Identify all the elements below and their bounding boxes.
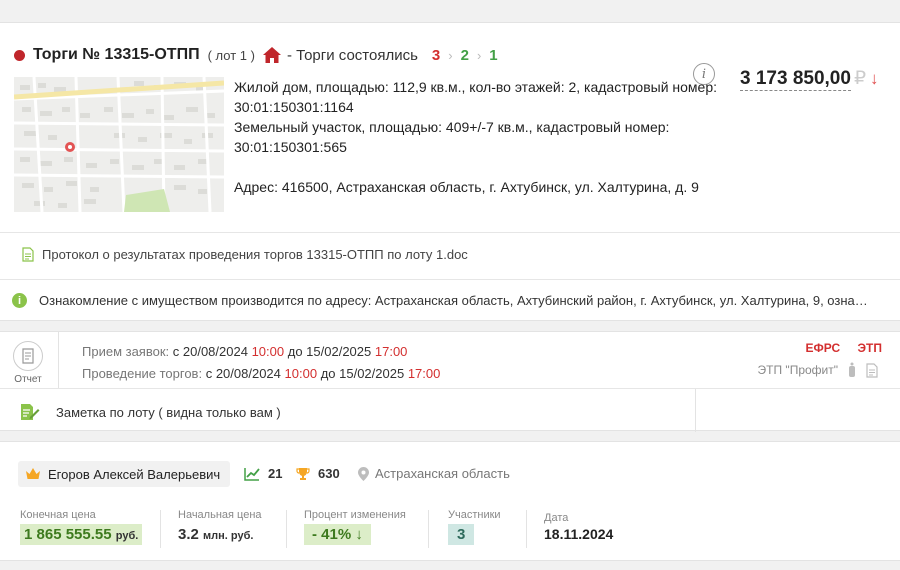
location-icon: [358, 466, 369, 481]
stage-steps: 3 › 2 › 1: [432, 47, 498, 64]
trophy-icon: [296, 467, 310, 480]
schedule-card: Отчет Прием заявок: с 20/08/2024 10:00 д…: [0, 331, 900, 432]
auction-from-time: 10:00: [284, 366, 318, 381]
divider: [286, 510, 287, 548]
applications-from-time: 10:00: [251, 344, 285, 359]
divider: [160, 510, 161, 548]
change-col: Процент изменения - 41% ↓: [304, 509, 406, 545]
notice-text: Ознакомление с имуществом производится п…: [39, 293, 868, 308]
lot-card: Торги № 13315-ОТПП ( лот 1 ) - Торги сос…: [0, 22, 900, 321]
protocol-link[interactable]: Протокол о результатах проведения торгов…: [22, 247, 468, 262]
auction-from: с 20/08/2024: [205, 366, 281, 381]
wins-stat: 21: [244, 466, 282, 481]
location-map[interactable]: [14, 77, 224, 212]
currency-symbol: ₽: [853, 68, 867, 89]
wins-count: 21: [268, 466, 283, 481]
auction-to-time: 17:00: [407, 366, 441, 381]
final-price-label: Конечная цена: [20, 509, 96, 521]
etp-tag[interactable]: ЭТП: [858, 341, 883, 355]
winner-region: Астраханская область: [358, 466, 510, 481]
divider: [0, 279, 900, 280]
lot-price[interactable]: 3 173 850,00 ₽ ↓: [740, 67, 879, 91]
region-name: Астраханская область: [375, 466, 510, 481]
divider: [0, 388, 900, 389]
chevron-right-icon: ›: [448, 47, 453, 63]
participants-col: Участники 3: [448, 509, 501, 545]
change-label: Процент изменения: [304, 509, 406, 521]
lot-description: Жилой дом, площадью: 112,9 кв.м., кол-во…: [234, 77, 734, 197]
applications-from: с 20/08/2024: [172, 344, 248, 359]
participants-label: Участники: [448, 509, 501, 521]
step-3: 3: [431, 46, 441, 64]
status-dot: [14, 49, 25, 61]
auction-label: Проведение торгов:: [82, 366, 203, 381]
divider: [0, 232, 900, 233]
description-land: Земельный участок, площадью: 409+/-7 кв.…: [234, 119, 670, 135]
winner-name: Егоров Алексей Валерьевич: [48, 466, 221, 482]
date-label: Дата: [544, 512, 569, 524]
crown-icon: [26, 468, 40, 479]
platform-name[interactable]: ЭТП "Профит": [758, 363, 838, 377]
protocol-filename: Протокол о результатах проведения торгов…: [42, 247, 468, 262]
description-land-cadastral: 30:01:150301:565: [234, 139, 347, 155]
lot-number: ( лот 1 ): [207, 47, 255, 63]
auction-row: Проведение торгов: с 20/08/2024 10:00 до…: [82, 363, 440, 385]
start-price-col: Начальная цена 3.2 млн. руб.: [178, 509, 262, 543]
note-icon: [21, 404, 40, 420]
phone-icon[interactable]: [848, 362, 856, 378]
price-value: 3 173 850,00: [740, 68, 851, 91]
note-text: Заметка по лоту ( видна только вам ): [56, 404, 281, 420]
divider: [695, 389, 696, 432]
efrs-tag[interactable]: ЕФРС: [806, 341, 841, 355]
date-col: Дата 18.11.2024: [544, 512, 613, 542]
platform-row: ЭТП "Профит": [758, 362, 878, 378]
applications-label: Прием заявок:: [82, 344, 170, 359]
chevron-right-icon: ›: [476, 47, 482, 63]
map-image: [14, 77, 224, 212]
source-tags: ЕФРС ЭТП: [806, 341, 882, 355]
house-icon: [262, 47, 281, 63]
auction-to: до 15/02/2025: [320, 366, 405, 381]
report-button[interactable]: Отчет: [12, 341, 44, 385]
final-price-badge: 1 865 555.55 руб.: [20, 524, 143, 545]
divider: [428, 510, 429, 548]
doc-icon[interactable]: [866, 362, 878, 378]
description-house-cadastral: 30:01:150301:1164: [234, 99, 354, 115]
divider: [58, 332, 59, 388]
start-price-label: Начальная цена: [178, 509, 262, 521]
start-price-value: 3.2: [178, 526, 199, 543]
auction-status: - Торги состоялись: [286, 46, 418, 64]
inspection-notice: i Ознакомление с имуществом производится…: [12, 293, 868, 308]
description-house: Жилой дом, площадью: 112,9 кв.м., кол-во…: [234, 79, 718, 95]
applications-to-time: 17:00: [374, 344, 408, 359]
start-price-unit: млн. руб.: [203, 530, 254, 542]
document-icon: [22, 247, 34, 262]
info-circle-icon: i: [12, 293, 27, 308]
change-value: - 41% ↓: [304, 524, 371, 545]
step-1: 1: [489, 46, 498, 64]
trophy-stat: 630: [296, 466, 340, 481]
dates-block: Прием заявок: с 20/08/2024 10:00 до 15/0…: [82, 341, 440, 385]
lot-title[interactable]: Торги № 13315-ОТПП: [33, 46, 200, 64]
final-price-unit: руб.: [115, 530, 139, 542]
down-arrow-icon: ↓: [870, 69, 879, 88]
lot-header: Торги № 13315-ОТПП ( лот 1 ) - Торги сос…: [14, 45, 498, 65]
lot-address: Адрес: 416500, Астраханская область, г. …: [234, 179, 699, 195]
date-value: 18.11.2024: [544, 526, 614, 542]
final-price-col: Конечная цена 1 865 555.55 руб.: [20, 509, 143, 545]
report-label: Отчет: [14, 374, 42, 385]
chart-icon: [244, 467, 260, 481]
participants-count[interactable]: 3: [448, 524, 475, 545]
applications-to: до 15/02/2025: [287, 344, 372, 359]
applications-row: Прием заявок: с 20/08/2024 10:00 до 15/0…: [82, 341, 440, 363]
final-price-value: 1 865 555.55: [24, 526, 112, 543]
result-card: Егоров Алексей Валерьевич 21 630 Астраха…: [0, 441, 900, 561]
lot-note[interactable]: Заметка по лоту ( видна только вам ): [20, 403, 281, 421]
trophy-count: 630: [318, 466, 340, 481]
winner-badge[interactable]: Егоров Алексей Валерьевич: [18, 461, 231, 487]
divider: [526, 510, 527, 548]
step-2: 2: [460, 46, 469, 64]
report-icon: [13, 341, 43, 371]
